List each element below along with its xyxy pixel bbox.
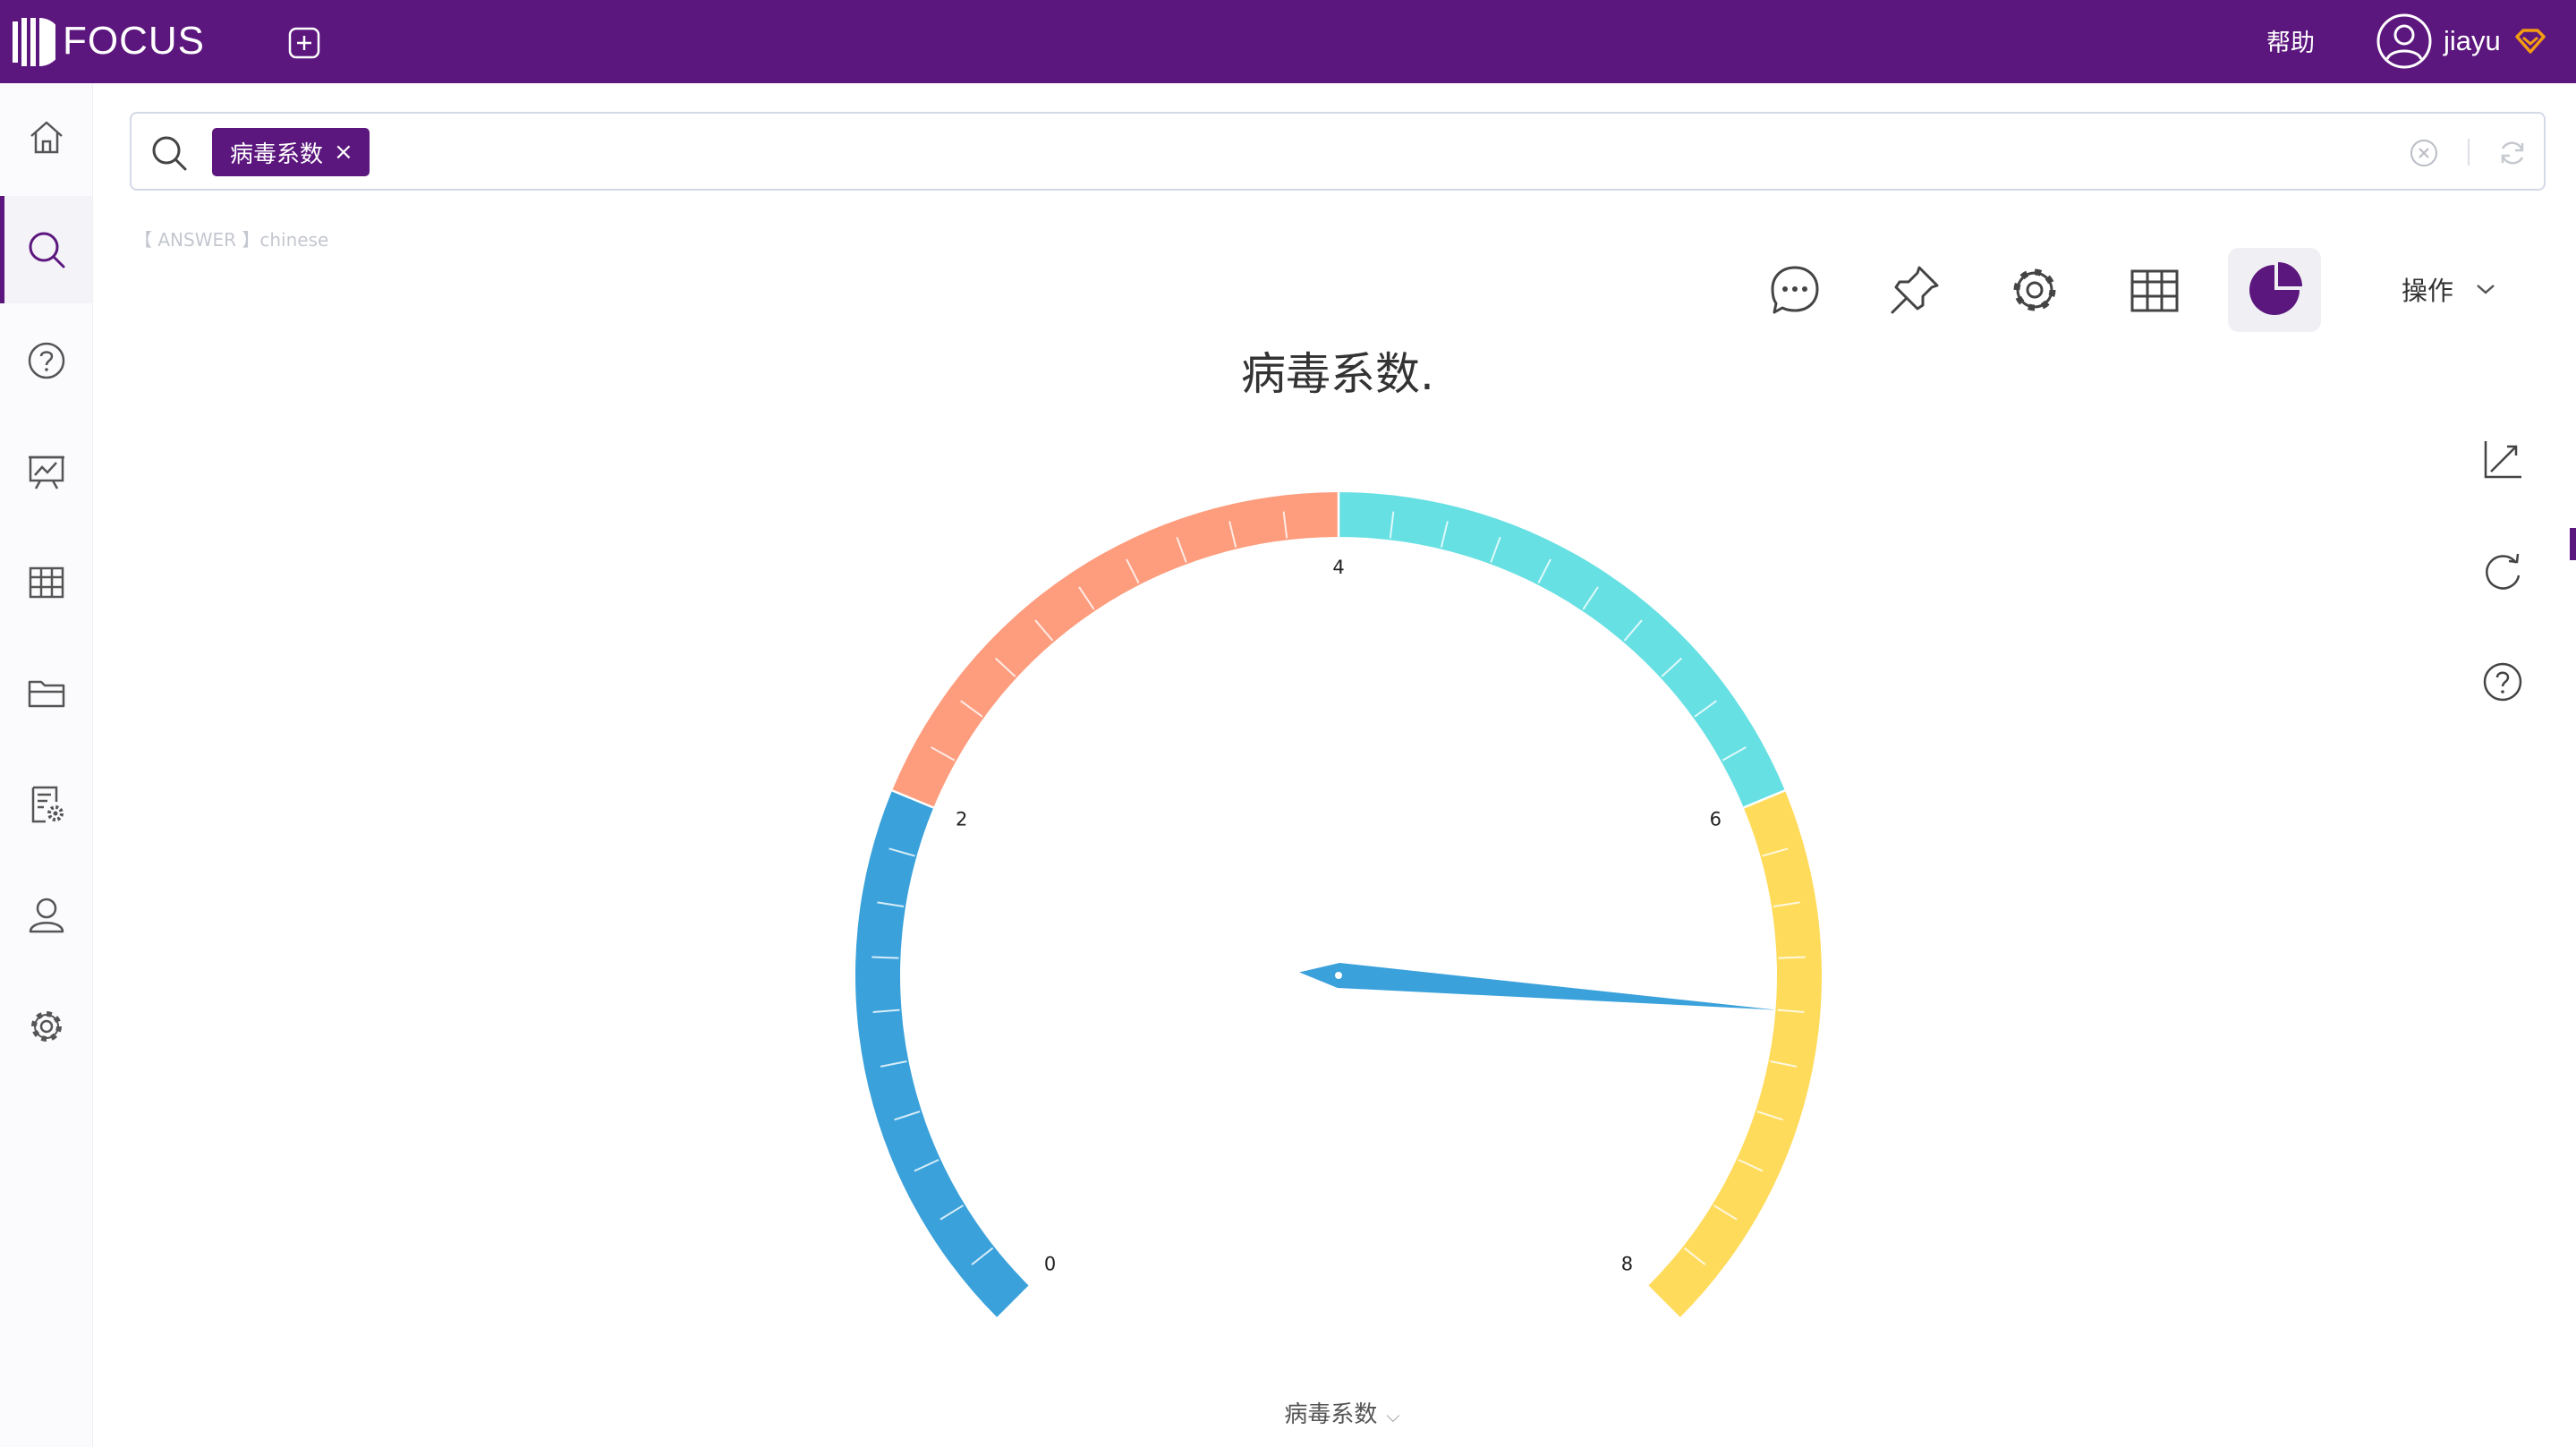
scrollbar-marker[interactable] bbox=[2570, 528, 2576, 560]
gauge-tick-label: 0 bbox=[1044, 1253, 1056, 1274]
gauge-band-1 bbox=[892, 492, 1339, 808]
x-axis-label[interactable]: 病毒系数 ⌵ bbox=[1235, 1396, 1450, 1429]
gauge-pivot bbox=[1335, 972, 1342, 979]
gauge-tick-label: 6 bbox=[1710, 808, 1722, 830]
chevron-down-icon: ⌵ bbox=[1386, 1405, 1400, 1426]
gauge-chart: 0 2 4 6 8 bbox=[854, 492, 1822, 1317]
gauge-band-3 bbox=[1648, 790, 1822, 1317]
gauge-tick-label: 4 bbox=[1332, 557, 1344, 578]
x-axis-label-text: 病毒系数 bbox=[1284, 1401, 1378, 1428]
gauge-band-2 bbox=[1339, 492, 1785, 808]
gauge-tick-label: 8 bbox=[1621, 1253, 1633, 1274]
gauge-pointer bbox=[1299, 963, 1776, 1010]
gauge-band-0 bbox=[854, 790, 1029, 1317]
gauge-tick-label: 2 bbox=[956, 808, 967, 830]
